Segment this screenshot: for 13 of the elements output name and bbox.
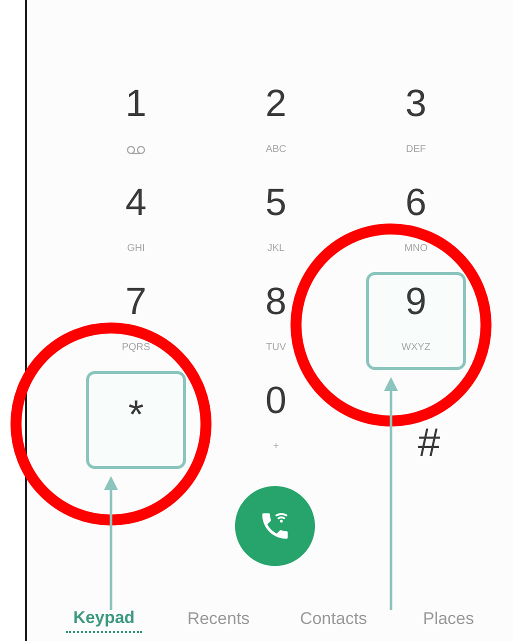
dial-key[interactable]: 1 — [86, 74, 186, 172]
voicemail-icon — [126, 145, 146, 155]
symbol-key[interactable]: * — [86, 371, 186, 469]
dial-key[interactable]: 3 DEF — [366, 74, 466, 172]
dial-key[interactable]: 8 TUV — [226, 272, 326, 370]
dial-key[interactable]: 7 PQRS — [86, 272, 186, 370]
dial-key[interactable]: 6 MNO — [366, 173, 466, 271]
dial-key[interactable]: 4 GHI — [86, 173, 186, 271]
symbol-key[interactable]: # — [366, 371, 466, 469]
dial-key[interactable]: 2 ABC — [226, 74, 326, 172]
dial-key[interactable]: 0 + — [226, 371, 326, 469]
dial-key[interactable]: 9 WXYZ — [366, 272, 466, 370]
dial-key[interactable]: 5 JKL — [226, 173, 326, 271]
